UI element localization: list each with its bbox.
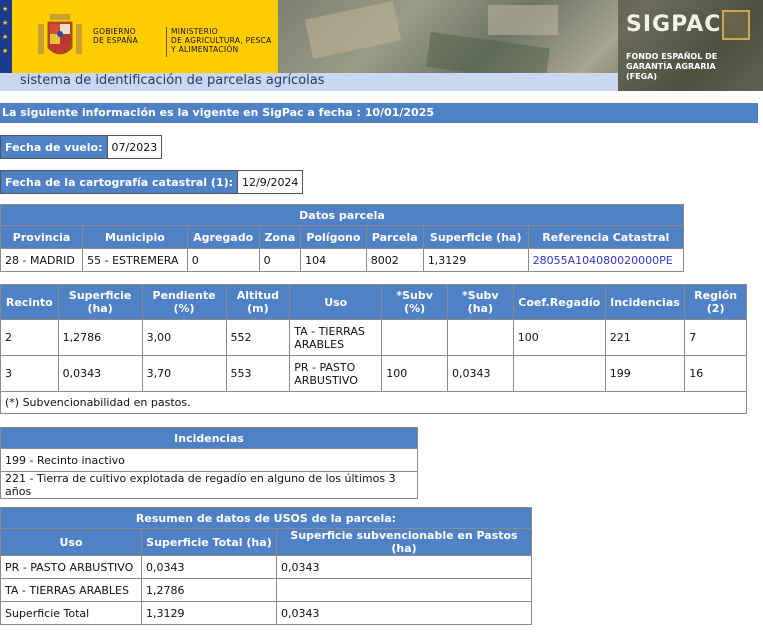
datos-parcela-table: Datos parcela Provincia Municipio Agrega… [0, 204, 685, 272]
cell [381, 319, 448, 356]
cell: 3,70 [141, 355, 227, 392]
ministerio-label: MINISTERIO DE AGRICULTURA, PESCA Y ALIME… [166, 27, 272, 57]
col-provincia: Provincia [0, 225, 84, 249]
col-superficie-total: Superficie Total (ha) [141, 528, 277, 556]
datos-parcela-caption: Datos parcela [0, 204, 684, 226]
col-coef-regadio: Coef.Regadío [512, 284, 606, 320]
col-subv-pct: *Subv (%) [381, 284, 448, 320]
col-superficie-subvencionable: Superficie subvencionable en Pastos (ha) [276, 528, 532, 556]
cell: 7 [684, 319, 747, 356]
subtitle: sistema de identificación de parcelas ag… [20, 73, 325, 88]
cell: 3,00 [141, 319, 227, 356]
col-region: Región (2) [684, 284, 747, 320]
col-superficie: Superficie (ha) [422, 225, 529, 249]
cell: 553 [225, 355, 291, 392]
col-recinto: Recinto [0, 284, 59, 320]
col-altitud: Altitud (m) [225, 284, 291, 320]
cell [446, 319, 514, 356]
cell-agregado: 0 [186, 248, 260, 272]
list-item: 221 - Tierra de cultivo explotada de reg… [0, 471, 418, 499]
incidencia-item: 221 - Tierra de cultivo explotada de reg… [0, 471, 418, 499]
cell: Superficie Total [0, 601, 142, 625]
list-item: 199 - Recinto inactivo [0, 448, 418, 472]
usos-table: Resumen de datos de USOS de la parcela: … [0, 507, 532, 625]
col-zona: Zona [258, 225, 302, 249]
cell: TA - TIERRAS ARABLES [0, 578, 142, 602]
cell: 0,0343 [276, 601, 532, 625]
cell-municipio: 55 - ESTREMERA [82, 248, 188, 272]
col-superficie-ha: Superficie (ha) [57, 284, 143, 320]
cell-zona: 0 [258, 248, 302, 272]
cell: 1,3129 [141, 601, 277, 625]
sigpac-logo: SIGPAC [626, 12, 722, 37]
fecha-cartografia-label: Fecha de la cartografía catastral (1): [0, 170, 239, 194]
col-municipio: Municipio [82, 225, 188, 249]
incidencia-item: 199 - Recinto inactivo [0, 448, 418, 472]
fecha-cartografia: Fecha de la cartografía catastral (1): 1… [0, 170, 304, 194]
incidencias-caption: Incidencias [0, 427, 418, 449]
cell: 221 [604, 319, 686, 356]
fecha-cartografia-value: 12/9/2024 [237, 170, 304, 194]
cell: 0,0343 [446, 355, 514, 392]
col-subv-ha: *Subv (ha) [446, 284, 514, 320]
cell: 1,2786 [141, 578, 277, 602]
col-agregado: Agregado [186, 225, 260, 249]
cell-superficie: 1,3129 [422, 248, 529, 272]
government-banner: ★ ★ ★ ★ GOBIERNO DE ESPAÑA MINISTERIO DE AG… [0, 0, 278, 73]
table-row: 3 0,0343 3,70 553 PR - PASTO ARBUSTIVO 1… [0, 355, 747, 392]
cell: 16 [684, 355, 747, 392]
subtitle-bar: sistema de identificación de parcelas ag… [0, 73, 618, 91]
table-row: Superficie Total 1,3129 0,0343 [0, 601, 532, 625]
table-row: TA - TIERRAS ARABLES 1,2786 [0, 578, 532, 602]
col-poligono: Polígono [300, 225, 367, 249]
col-referencia: Referencia Catastral [527, 225, 685, 249]
cell: TA - TIERRAS ARABLES [289, 319, 383, 356]
fega-label: FONDO ESPAÑOL DE GARANTÍA AGRARIA (FEGA) [626, 52, 718, 81]
cell: 100 [512, 319, 606, 356]
cell-parcela: 8002 [365, 248, 424, 272]
cell: 3 [0, 355, 59, 392]
cell: 199 [604, 355, 686, 392]
table-row: 2 1,2786 3,00 552 TA - TIERRAS ARABLES 1… [0, 319, 747, 356]
cell: 0,0343 [276, 555, 532, 579]
incidencias-table: Incidencias 199 - Recinto inactivo 221 -… [0, 427, 418, 499]
recintos-table: Recinto Superficie (ha) Pendiente (%) Al… [0, 284, 747, 414]
table-row: 28 - MADRID 55 - ESTREMERA 0 0 104 8002 … [0, 248, 685, 272]
fecha-vuelo: Fecha de vuelo: 07/2023 [0, 135, 163, 159]
fecha-vuelo-value: 07/2023 [106, 135, 163, 159]
cell: 2 [0, 319, 59, 356]
coat-of-arms-icon [38, 14, 82, 55]
col-parcela: Parcela [365, 225, 424, 249]
cell: 0,0343 [141, 555, 277, 579]
info-banner: La siguiente información es la vigente e… [0, 103, 758, 123]
cell: 1,2786 [57, 319, 143, 356]
eu-flag-icon: ★ ★ ★ ★ [0, 0, 12, 73]
col-uso: Uso [289, 284, 383, 320]
fecha-vuelo-label: Fecha de vuelo: [0, 135, 108, 159]
cell-poligono: 104 [300, 248, 367, 272]
usos-caption: Resumen de datos de USOS de la parcela: [0, 507, 532, 529]
col-pendiente: Pendiente (%) [141, 284, 227, 320]
referencia-catastral-link[interactable]: 28055A104080020000PE [527, 248, 685, 272]
cell: 100 [381, 355, 448, 392]
cell [276, 578, 532, 602]
col-incidencias: Incidencias [604, 284, 686, 320]
sigpac-emblem-icon [722, 10, 750, 40]
cell: PR - PASTO ARBUSTIVO [289, 355, 383, 392]
cell: 0,0343 [57, 355, 143, 392]
recintos-footnote: (*) Subvencionabilidad en pastos. [0, 391, 747, 414]
cell [512, 355, 606, 392]
col-uso: Uso [0, 528, 142, 556]
table-row: PR - PASTO ARBUSTIVO 0,0343 0,0343 [0, 555, 532, 579]
cell: PR - PASTO ARBUSTIVO [0, 555, 142, 579]
cell-provincia: 28 - MADRID [0, 248, 84, 272]
gobierno-label: GOBIERNO DE ESPAÑA [93, 27, 139, 45]
cell: 552 [225, 319, 291, 356]
header-banner: ★ ★ ★ ★ GOBIERNO DE ESPAÑA MINISTERIO DE AG… [0, 0, 763, 91]
